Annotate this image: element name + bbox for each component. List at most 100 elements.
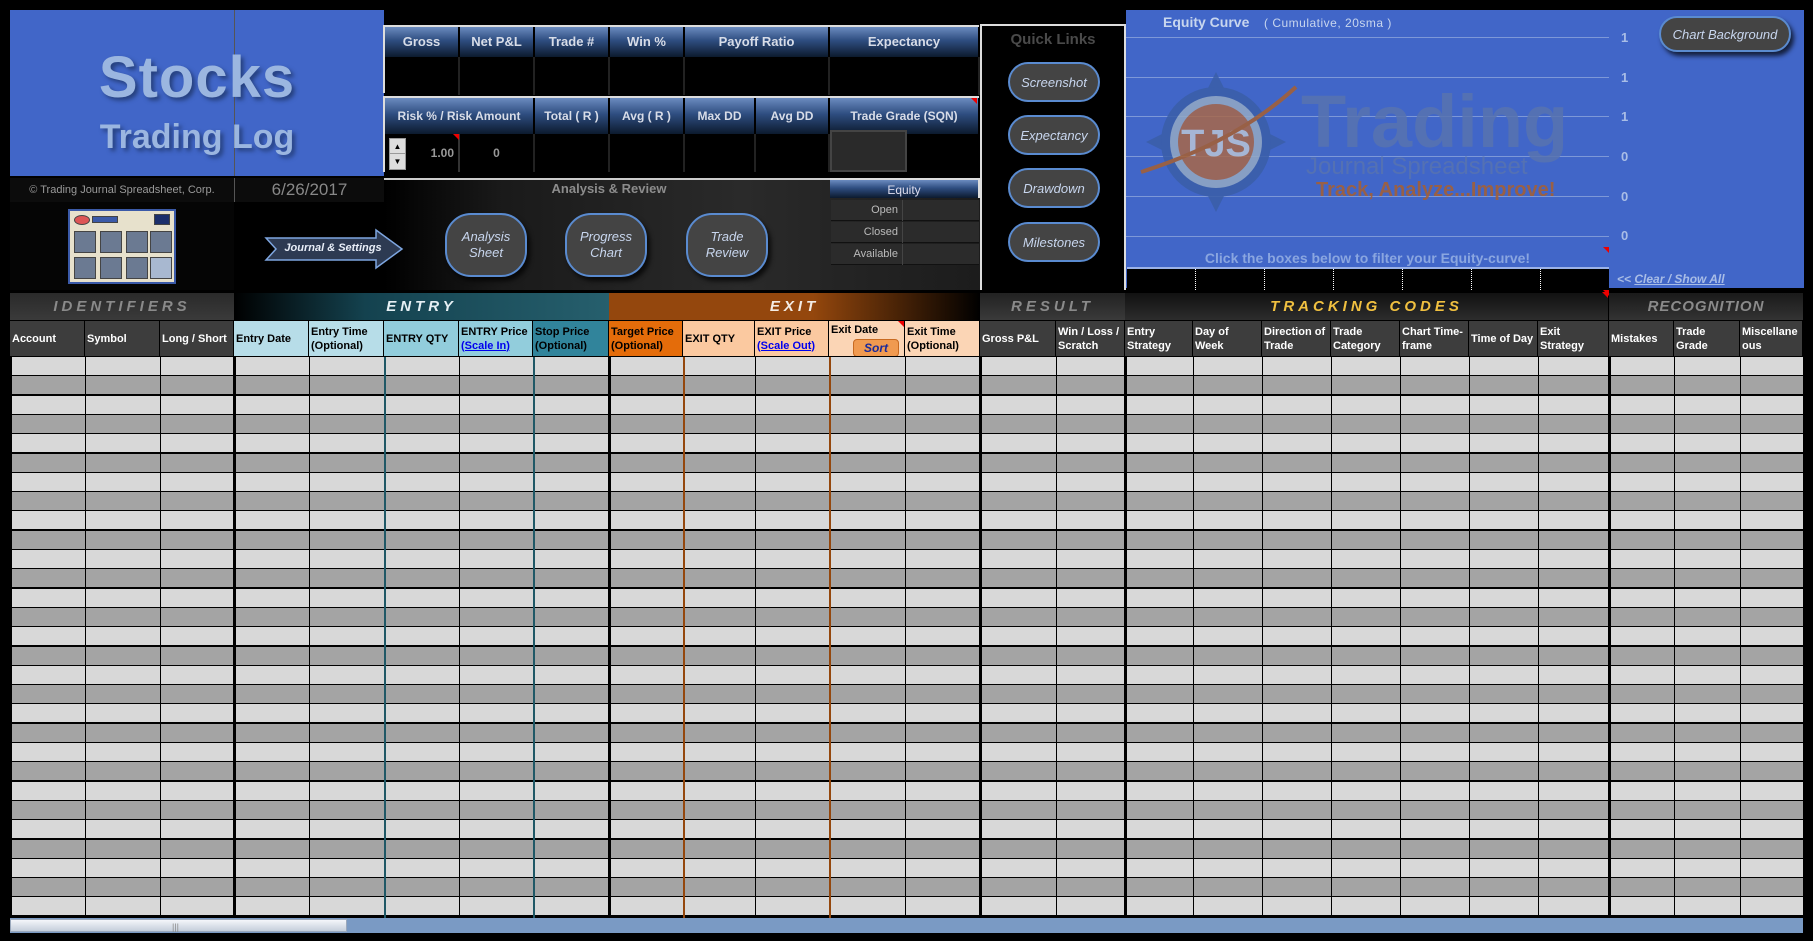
table-row[interactable] bbox=[10, 704, 1803, 724]
column-header-day-of[interactable]: Day of Week bbox=[1193, 321, 1262, 356]
column-header-line1: Day of bbox=[1195, 325, 1229, 338]
column-header-direction-of[interactable]: Direction of Trade bbox=[1262, 321, 1331, 356]
stat-value-payoff-ratio bbox=[685, 57, 830, 95]
column-header-long-short[interactable]: Long / Short bbox=[160, 321, 234, 356]
risk-spinner[interactable]: ▲ ▼ bbox=[389, 138, 406, 170]
column-header-chart-time[interactable]: Chart Time-frame bbox=[1400, 321, 1469, 356]
button-label: Analysis bbox=[461, 229, 511, 244]
table-row[interactable] bbox=[10, 395, 1803, 415]
column-header-line1: Gross P&L bbox=[982, 332, 1039, 345]
table-row[interactable] bbox=[10, 492, 1803, 512]
scale-link[interactable]: (Scale Out) bbox=[757, 340, 815, 352]
chart-filter-hint: Click the boxes below to filter your Equ… bbox=[1204, 250, 1531, 266]
column-header-symbol[interactable]: Symbol bbox=[85, 321, 160, 356]
group-result: RESULT bbox=[980, 293, 1125, 320]
table-row[interactable] bbox=[10, 820, 1803, 840]
y-tick-label: 0 bbox=[1621, 149, 1629, 164]
column-header-exit-qty[interactable]: EXIT QTY bbox=[683, 321, 755, 356]
column-header-text: Trade Category bbox=[1333, 325, 1381, 353]
table-row[interactable] bbox=[10, 800, 1803, 820]
table-row[interactable] bbox=[10, 530, 1803, 550]
filter-box[interactable] bbox=[1472, 269, 1541, 290]
table-row[interactable] bbox=[10, 588, 1803, 608]
chart-subtitle: ( Cumulative, 20sma ) bbox=[1264, 16, 1392, 30]
screenshot-button[interactable]: Screenshot bbox=[1008, 62, 1100, 102]
drawdown-button[interactable]: Drawdown bbox=[1008, 168, 1100, 208]
table-row[interactable] bbox=[10, 453, 1803, 473]
column-divider bbox=[1331, 357, 1332, 918]
column-header-target-price[interactable]: Target Price (Optional) bbox=[609, 321, 683, 356]
column-header-text: Stop Price (Optional) bbox=[535, 325, 589, 353]
table-row[interactable] bbox=[10, 858, 1803, 878]
milestones-button[interactable]: Milestones bbox=[1008, 222, 1100, 262]
column-header-time-of-day[interactable]: Time of Day bbox=[1469, 321, 1538, 356]
column-header-text: Symbol bbox=[87, 332, 127, 346]
column-header-line1: Entry Time bbox=[311, 325, 368, 338]
table-row[interactable] bbox=[10, 434, 1803, 454]
group-tracking-codes: TRACKING CODES bbox=[1125, 293, 1608, 320]
column-header-entry-date[interactable]: Entry Date bbox=[234, 321, 309, 356]
column-header-trade[interactable]: Trade Category bbox=[1331, 321, 1400, 356]
column-header-exit-price[interactable]: EXIT Price (Scale Out) bbox=[755, 321, 829, 356]
filter-box[interactable] bbox=[1265, 269, 1334, 290]
risk-percent-cell[interactable]: ▲ ▼ 1.00 bbox=[385, 134, 460, 172]
column-header-text: Target Price (Optional) bbox=[611, 325, 674, 353]
column-header-stop-price[interactable]: Stop Price (Optional) bbox=[533, 321, 609, 356]
clear-show-all-link[interactable]: << Clear / Show All bbox=[1617, 272, 1725, 286]
column-header-account[interactable]: Account bbox=[10, 321, 85, 356]
trade-review-button[interactable]: Trade Review bbox=[686, 213, 768, 277]
progress-chart-button[interactable]: Progress Chart bbox=[565, 213, 647, 277]
spinner-up-icon[interactable]: ▲ bbox=[390, 139, 405, 154]
product-thumbnail-image[interactable] bbox=[68, 209, 176, 284]
table-row[interactable] bbox=[10, 743, 1803, 762]
scale-link[interactable]: (Scale In) bbox=[461, 340, 510, 352]
column-header-mistakes[interactable]: Mistakes bbox=[1609, 321, 1674, 356]
column-header-exit-time[interactable]: Exit Time (Optional) bbox=[905, 321, 980, 356]
column-header-entry-time[interactable]: Entry Time (Optional) bbox=[309, 321, 384, 356]
column-header-entry[interactable]: Entry Strategy bbox=[1125, 321, 1193, 356]
table-row[interactable] bbox=[10, 627, 1803, 647]
column-header-exit-date[interactable]: Exit Date Sort bbox=[829, 321, 905, 356]
column-header-line1: ENTRY Price bbox=[461, 325, 528, 338]
table-row[interactable] bbox=[10, 472, 1803, 492]
table-row[interactable] bbox=[10, 414, 1803, 434]
filter-box[interactable] bbox=[1127, 269, 1196, 290]
column-header-entry-price[interactable]: ENTRY Price (Scale In) bbox=[459, 321, 533, 356]
table-row[interactable] bbox=[10, 550, 1803, 569]
table-row[interactable] bbox=[10, 357, 1803, 376]
column-header-line1: ENTRY QTY bbox=[386, 332, 449, 345]
table-row[interactable] bbox=[10, 839, 1803, 859]
column-header-text: Miscellane ous bbox=[1742, 325, 1798, 353]
table-row[interactable] bbox=[10, 723, 1803, 743]
chart-background-button[interactable]: Chart Background bbox=[1659, 16, 1791, 52]
table-row[interactable] bbox=[10, 762, 1803, 782]
filter-box[interactable] bbox=[1196, 269, 1265, 290]
analysis-sheet-button[interactable]: Analysis Sheet bbox=[445, 213, 527, 277]
expectancy-button[interactable]: Expectancy bbox=[1008, 115, 1100, 155]
filter-box[interactable] bbox=[1541, 269, 1609, 290]
sort-button[interactable]: Sort bbox=[853, 339, 899, 356]
table-row[interactable] bbox=[10, 569, 1803, 589]
column-header-gross-p-l[interactable]: Gross P&L bbox=[980, 321, 1056, 356]
table-row[interactable] bbox=[10, 685, 1803, 705]
filter-box[interactable] bbox=[1334, 269, 1403, 290]
table-row[interactable] bbox=[10, 878, 1803, 898]
column-header-miscellane[interactable]: Miscellane ous bbox=[1740, 321, 1803, 356]
column-header-win-loss[interactable]: Win / Loss / Scratch bbox=[1056, 321, 1125, 356]
table-row[interactable] bbox=[10, 897, 1803, 917]
stat-value-net-pl bbox=[460, 57, 535, 95]
column-header-trade[interactable]: Trade Grade bbox=[1674, 321, 1740, 356]
table-row[interactable] bbox=[10, 646, 1803, 666]
column-header-text: Trade Grade bbox=[1676, 325, 1708, 353]
filter-box[interactable] bbox=[1403, 269, 1472, 290]
table-row[interactable] bbox=[10, 511, 1803, 531]
column-header-exit[interactable]: Exit Strategy bbox=[1538, 321, 1609, 356]
column-header-entry-qty[interactable]: ENTRY QTY bbox=[384, 321, 459, 356]
table-row[interactable] bbox=[10, 781, 1803, 801]
column-header-line1: Trade bbox=[1333, 325, 1363, 338]
stat-header-total-r: Total ( R ) bbox=[535, 98, 610, 134]
table-row[interactable] bbox=[10, 665, 1803, 685]
table-row[interactable] bbox=[10, 376, 1803, 396]
table-row[interactable] bbox=[10, 607, 1803, 627]
spinner-down-icon[interactable]: ▼ bbox=[390, 154, 405, 169]
